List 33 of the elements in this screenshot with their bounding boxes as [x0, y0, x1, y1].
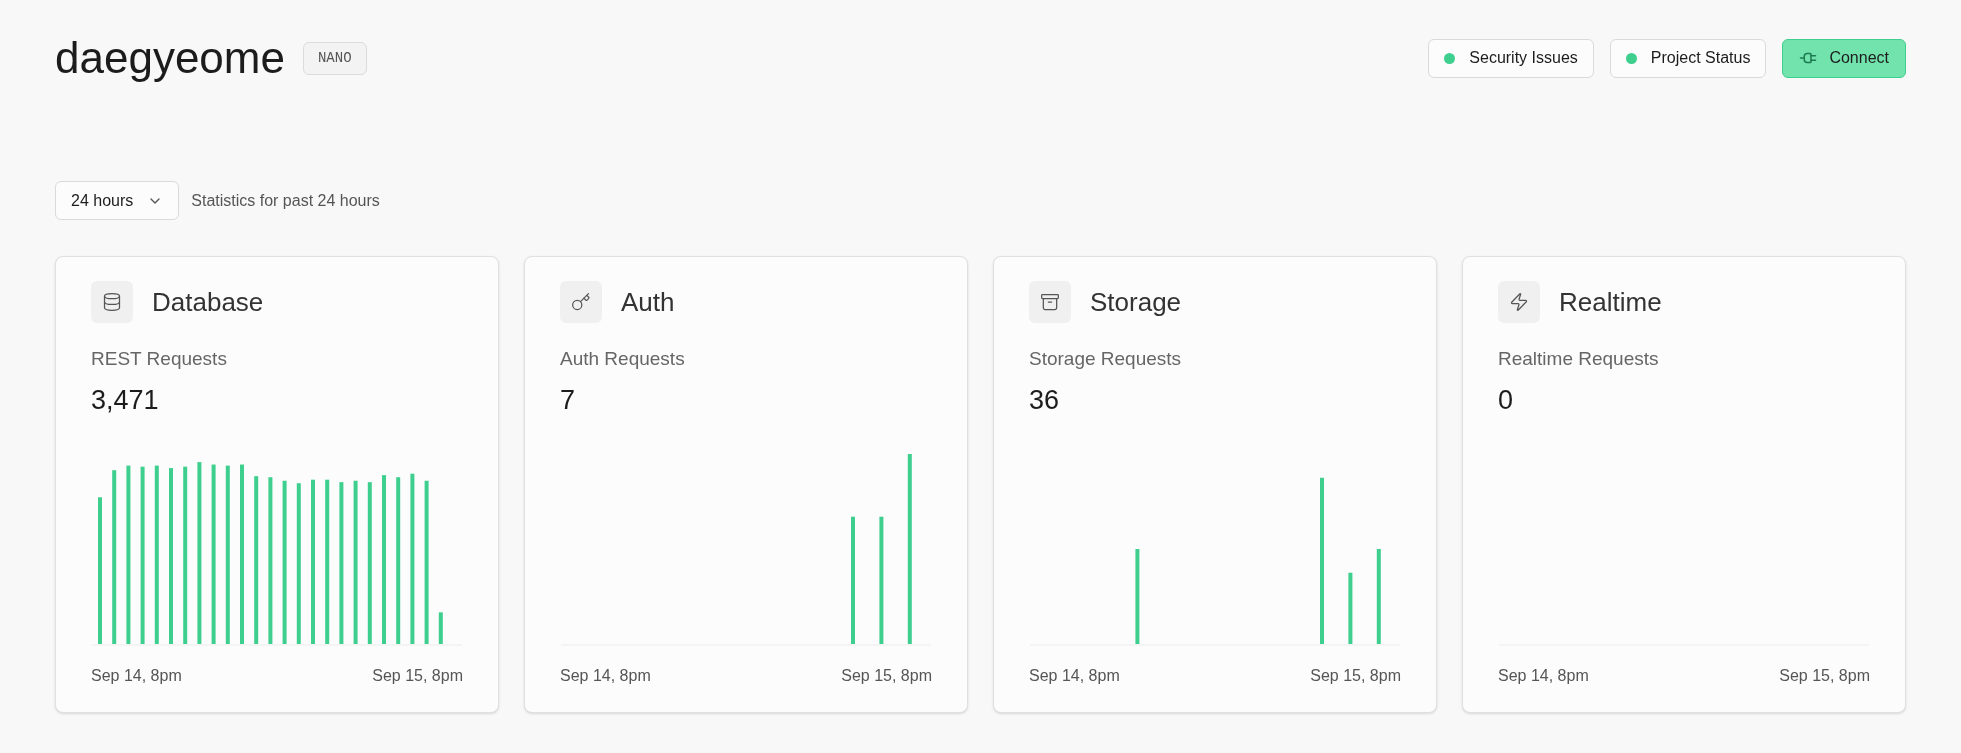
- card-title: Auth: [621, 285, 675, 319]
- x-axis-start-label: Sep 14, 8pm: [560, 666, 651, 686]
- lightning-icon: [1509, 292, 1529, 312]
- metric-label: REST Requests: [91, 347, 228, 371]
- chart-bar: [1348, 572, 1353, 644]
- card-title: Database: [152, 285, 264, 319]
- plan-tag: NANO: [302, 41, 367, 75]
- metric-value: 7: [560, 383, 577, 417]
- metric-value: 0: [1498, 383, 1515, 417]
- period-dropdown[interactable]: 24 hours: [55, 181, 180, 220]
- card-title: Realtime: [1559, 285, 1662, 319]
- x-axis-end-label: Sep 15, 8pm: [1310, 666, 1401, 686]
- connect-button[interactable]: Connect: [1782, 38, 1906, 78]
- status-button[interactable]: Project Status: [1609, 38, 1767, 78]
- x-axis-end-label: Sep 15, 8pm: [1779, 666, 1870, 686]
- key-icon: [571, 292, 591, 312]
- x-axis-start-label: Sep 14, 8pm: [91, 666, 182, 686]
- x-axis-end-label: Sep 15, 8pm: [372, 666, 463, 686]
- project-name: daegyeome: [55, 36, 285, 80]
- status-button[interactable]: Security Issues: [1428, 38, 1594, 78]
- database-icon: [102, 292, 122, 312]
- archive-icon: [1040, 292, 1060, 312]
- metric-value: 36: [1029, 383, 1061, 417]
- card-title: Storage: [1090, 285, 1182, 319]
- x-axis-end-label: Sep 15, 8pm: [841, 666, 932, 686]
- metric-value: 3,471: [91, 383, 160, 417]
- metric-label: Auth Requests: [560, 347, 686, 371]
- metric-label: Storage Requests: [1029, 347, 1183, 371]
- x-axis-start-label: Sep 14, 8pm: [1498, 666, 1589, 686]
- metric-label: Realtime Requests: [1498, 347, 1660, 371]
- period-caption: Statistics for past 24 hours: [191, 190, 380, 211]
- chart-bar: [438, 612, 443, 644]
- x-axis-start-label: Sep 14, 8pm: [1029, 666, 1120, 686]
